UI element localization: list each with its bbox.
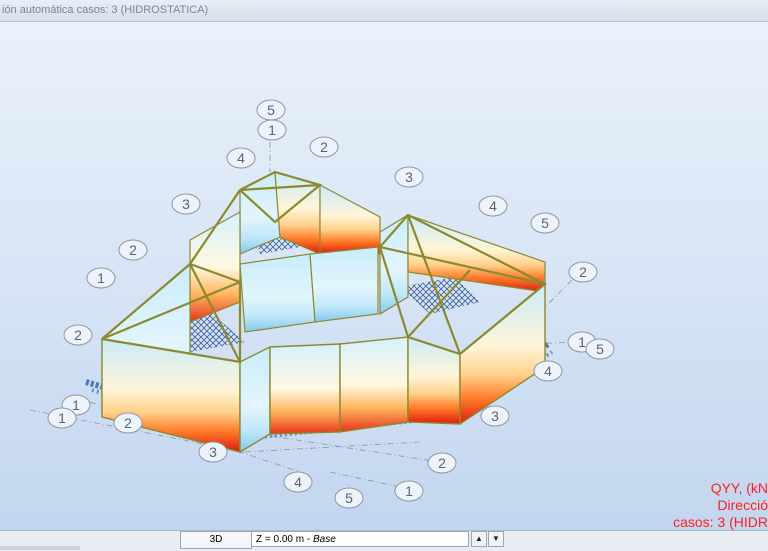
title-bar: ión automática casos: 3 (HIDROSTATICA) bbox=[0, 0, 768, 22]
grid-bubble: 2 bbox=[113, 412, 143, 434]
svg-text:1: 1 bbox=[72, 397, 80, 413]
grid-bubble: 4 bbox=[283, 471, 313, 493]
svg-text:2: 2 bbox=[320, 139, 328, 155]
legend-line-1: QYY, (kN bbox=[710, 480, 768, 496]
taskbar-strip bbox=[0, 546, 80, 550]
arrow-down-icon: ▼ bbox=[492, 534, 500, 543]
svg-text:5: 5 bbox=[541, 215, 549, 231]
level-down-button[interactable]: ▼ bbox=[488, 531, 504, 547]
svg-text:2: 2 bbox=[129, 242, 137, 258]
grid-bubble: 2 bbox=[118, 239, 148, 261]
grid-bubble: 5 bbox=[585, 338, 615, 360]
svg-text:2: 2 bbox=[74, 327, 82, 343]
grid-bubble: 3 bbox=[198, 441, 228, 463]
grid-bubble: 3 bbox=[480, 405, 510, 427]
svg-text:1: 1 bbox=[578, 334, 586, 350]
svg-text:4: 4 bbox=[294, 474, 302, 490]
arrow-up-icon: ▲ bbox=[475, 534, 483, 543]
grid-bubble: 4 bbox=[533, 360, 563, 382]
svg-text:1: 1 bbox=[405, 483, 413, 499]
svg-text:5: 5 bbox=[267, 102, 275, 118]
level-prefix: Z = 0.00 m - bbox=[256, 534, 313, 545]
window-title: ión automática casos: 3 (HIDROSTATICA) bbox=[2, 4, 209, 16]
level-selector[interactable]: Z = 0.00 m - Base bbox=[251, 531, 469, 547]
grid-bubble: 2 bbox=[568, 261, 598, 283]
grid-bubble: 2 bbox=[63, 324, 93, 346]
grid-bubble: 4 bbox=[226, 147, 256, 169]
svg-text:1: 1 bbox=[268, 122, 276, 138]
svg-text:3: 3 bbox=[491, 408, 499, 424]
svg-text:5: 5 bbox=[596, 341, 604, 357]
legend-line-2: Direcció bbox=[717, 497, 768, 513]
svg-text:4: 4 bbox=[489, 198, 497, 214]
svg-text:1: 1 bbox=[97, 270, 105, 286]
grid-bubble: 2 bbox=[309, 136, 339, 158]
grid-bubble: 3 bbox=[171, 193, 201, 215]
model-canvas[interactable]: 5 1 4 2 3 3 4 5 2 2 1 2 1 5 4 3 1 1 2 3 … bbox=[0, 22, 768, 530]
grid-bubble: 5 bbox=[334, 487, 364, 509]
svg-text:1: 1 bbox=[58, 410, 66, 426]
3d-viewport[interactable]: 5 1 4 2 3 3 4 5 2 2 1 2 1 5 4 3 1 1 2 3 … bbox=[0, 22, 768, 530]
result-legend: QYY, (kN Direcció casos: 3 (HIDR bbox=[673, 480, 768, 530]
view-mode-button[interactable]: 3D bbox=[180, 531, 252, 549]
svg-text:4: 4 bbox=[237, 150, 245, 166]
legend-line-3: casos: 3 (HIDR bbox=[673, 514, 768, 530]
svg-text:3: 3 bbox=[209, 444, 217, 460]
grid-bubble: 4 bbox=[478, 195, 508, 217]
grid-bubble: 5 bbox=[530, 212, 560, 234]
svg-text:3: 3 bbox=[405, 169, 413, 185]
svg-text:3: 3 bbox=[182, 196, 190, 212]
grid-bubble: 1 bbox=[257, 119, 287, 141]
grid-bubble: 3 bbox=[394, 166, 424, 188]
level-name: Base bbox=[312, 534, 336, 545]
svg-text:5: 5 bbox=[345, 490, 353, 506]
grid-bubble: 1 bbox=[86, 267, 116, 289]
svg-text:2: 2 bbox=[124, 415, 132, 431]
level-up-button[interactable]: ▲ bbox=[471, 531, 487, 547]
grid-bubble: 2 bbox=[427, 452, 457, 474]
svg-text:4: 4 bbox=[544, 363, 552, 379]
grid-bubble: 5 bbox=[256, 99, 286, 121]
svg-text:2: 2 bbox=[579, 264, 587, 280]
grid-bubble: 1 bbox=[47, 407, 77, 429]
svg-text:2: 2 bbox=[438, 455, 446, 471]
grid-bubble: 1 bbox=[394, 480, 424, 502]
